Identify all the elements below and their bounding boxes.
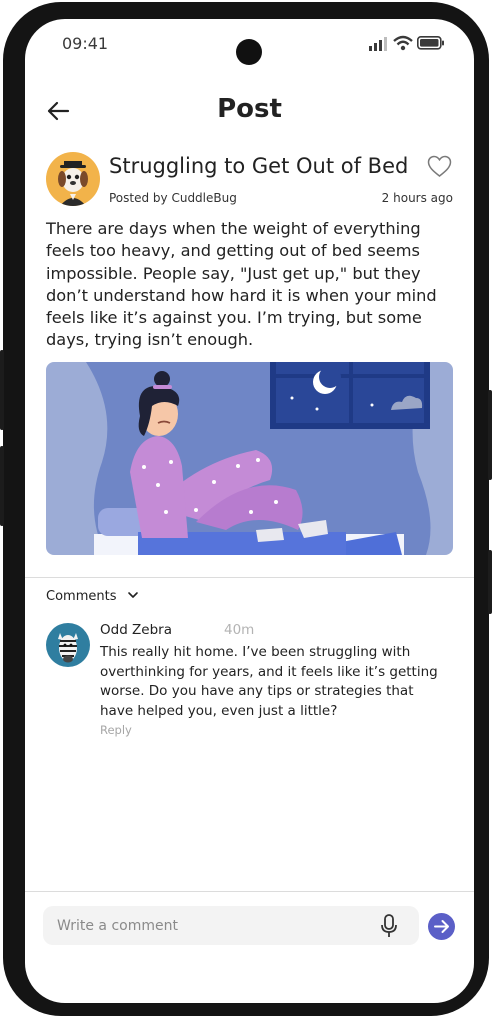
composer-divider xyxy=(25,891,474,892)
post-body: There are days when the weight of everyt… xyxy=(46,219,437,350)
battery-icon xyxy=(417,36,444,50)
screen: 09:41 Post Struggling to Get Out of Bed … xyxy=(25,19,474,1003)
post-illustration xyxy=(46,362,453,555)
microphone-icon[interactable] xyxy=(380,914,398,938)
wifi-icon xyxy=(393,35,413,51)
section-divider xyxy=(25,577,474,578)
heart-icon[interactable] xyxy=(427,155,452,178)
chevron-down-icon xyxy=(127,592,138,598)
comments-label: Comments xyxy=(46,589,117,604)
comment-input[interactable] xyxy=(57,906,357,945)
side-button xyxy=(488,550,492,614)
signal-icon xyxy=(369,37,387,51)
author-avatar[interactable] xyxy=(46,152,100,206)
send-arrow-icon xyxy=(434,920,449,933)
commenter-avatar[interactable] xyxy=(46,623,90,667)
page-title: Post xyxy=(217,94,282,124)
power-button xyxy=(488,390,492,480)
comments-toggle[interactable]: Comments xyxy=(46,589,139,604)
comment-author[interactable]: Odd Zebra xyxy=(100,622,172,638)
front-camera xyxy=(236,39,262,65)
comment-input-box[interactable] xyxy=(43,906,419,945)
post-timestamp: 2 hours ago xyxy=(381,191,453,205)
volume-up-button xyxy=(0,350,4,430)
post-title: Struggling to Get Out of Bed xyxy=(109,154,409,178)
phone-frame: 09:41 Post Struggling to Get Out of Bed … xyxy=(0,2,492,1016)
reply-button[interactable]: Reply xyxy=(100,723,132,737)
status-time: 09:41 xyxy=(62,34,109,53)
send-button[interactable] xyxy=(428,913,455,940)
post-author[interactable]: Posted by CuddleBug xyxy=(109,191,237,205)
comment-text: This really hit home. I’ve been struggli… xyxy=(100,644,438,719)
comment-time: 40m xyxy=(224,622,255,638)
volume-down-button xyxy=(0,446,4,526)
